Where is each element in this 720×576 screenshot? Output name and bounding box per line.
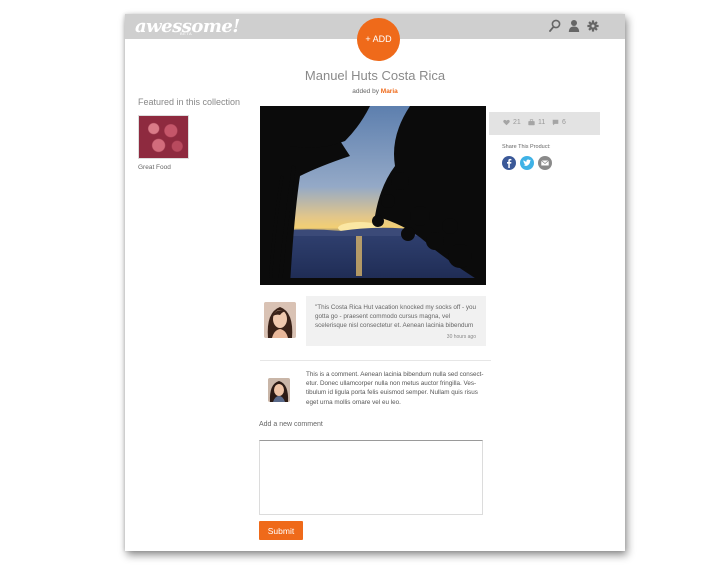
added-by: added by Maria — [125, 88, 625, 95]
email-icon[interactable] — [538, 156, 552, 170]
comment-textarea[interactable] — [259, 440, 483, 515]
comment-text: This is a comment. Aenean lacinia bibend… — [306, 371, 484, 406]
gear-icon[interactable] — [587, 19, 599, 33]
share-heading: Share This Product: — [502, 144, 551, 150]
briefcase-icon — [528, 119, 535, 126]
collections-stat[interactable]: 11 — [528, 119, 545, 126]
featured-heading: Featured in this collection — [138, 97, 241, 107]
likes-stat[interactable]: 21 — [503, 119, 521, 126]
user-icon[interactable] — [568, 19, 580, 33]
comments-stat[interactable]: 6 — [552, 119, 566, 126]
likes-count: 21 — [513, 119, 521, 126]
top-icons — [549, 19, 599, 33]
comments-divider — [260, 360, 491, 361]
comment-text: "This Costa Rica Hut vacation knocked my… — [315, 304, 477, 329]
comments-count: 6 — [562, 119, 566, 126]
add-comment-label: Add a new comment — [259, 421, 323, 428]
share-icons — [502, 156, 552, 170]
collections-count: 11 — [538, 119, 546, 126]
submit-button[interactable]: Submit — [259, 521, 303, 540]
heart-icon — [503, 119, 510, 126]
product-photo — [260, 106, 486, 285]
logo-beta-label: BETA — [180, 31, 193, 36]
featured-collection-thumbnail[interactable] — [138, 115, 189, 159]
comment: This is a comment. Aenean lacinia bibend… — [260, 369, 486, 419]
product-stats-bar: 21 11 6 — [489, 112, 600, 135]
facebook-icon[interactable] — [502, 156, 516, 170]
commenter-avatar[interactable] — [264, 302, 296, 338]
twitter-icon[interactable] — [520, 156, 534, 170]
featured-comment: "This Costa Rica Hut vacation knocked my… — [260, 296, 486, 348]
commenter-avatar[interactable] — [268, 378, 290, 402]
comment-bubble: "This Costa Rica Hut vacation knocked my… — [306, 296, 486, 346]
product-title: Manuel Huts Costa Rica — [304, 68, 446, 83]
comment-icon — [552, 119, 559, 126]
page-card: awessome! BETA + ADD Manuel Huts Costa R… — [125, 14, 625, 551]
added-by-prefix: added by — [352, 88, 379, 95]
search-icon[interactable] — [549, 19, 561, 33]
added-by-user-link[interactable]: Maria — [381, 88, 398, 95]
add-button[interactable]: + ADD — [357, 18, 400, 61]
featured-collection-label[interactable]: Great Food — [138, 164, 171, 171]
comment-timestamp: 30 hours ago — [446, 334, 476, 340]
